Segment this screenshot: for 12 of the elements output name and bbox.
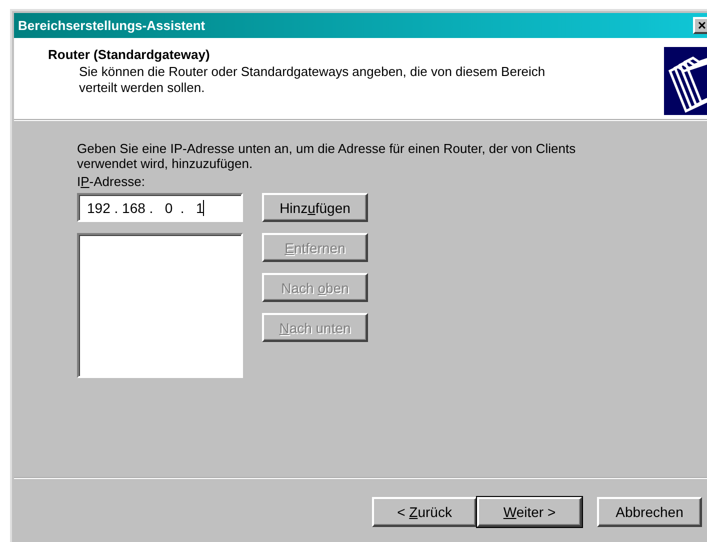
ip-address-field[interactable]: 192 . 168 . 0 . 1: [77, 193, 243, 222]
wizard-nav-button[interactable]: < Zurück: [372, 497, 477, 527]
wizard-nav-button[interactable]: Weiter >: [477, 497, 582, 527]
window-title: Bereichserstellungs-Assistent: [18, 18, 206, 33]
instructions-text: Geben Sie eine IP-Adresse unten an, um die Adresse für einen Router, der von Clients verwendet wird, hinzuzufügen.: [77, 141, 577, 171]
close-button[interactable]: ×: [693, 17, 707, 34]
list-action-button[interactable]: Hinzufügen: [262, 193, 368, 222]
page-title: Router (Standardgateway): [48, 47, 211, 62]
router-list[interactable]: [77, 233, 243, 378]
ip-address-label: IP-Adresse:: [77, 174, 146, 189]
wizard-nav-button[interactable]: Abbrechen: [597, 497, 702, 527]
page-subtitle: Sie können die Router oder Standardgateways angeben, die von diesem Bereich verteilt werden sollen.: [79, 64, 546, 96]
